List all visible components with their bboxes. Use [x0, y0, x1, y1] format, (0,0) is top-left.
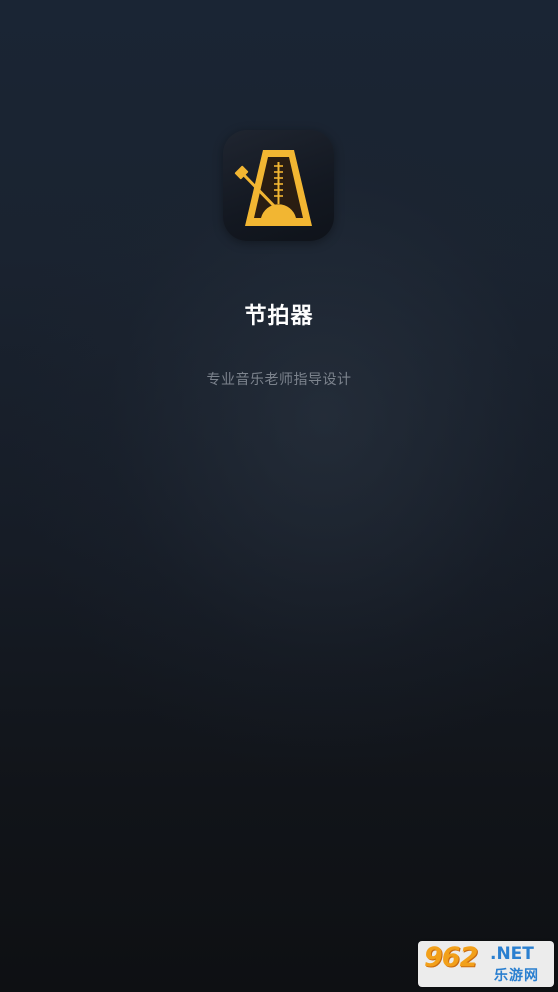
app-tagline: 专业音乐老师指导设计	[206, 372, 352, 388]
metronome-icon	[234, 150, 312, 226]
splash-screen: 节拍器 专业音乐老师指导设计 962 .NET 乐游网	[0, 0, 558, 992]
app-title: 节拍器	[244, 304, 314, 329]
site-watermark: 962 .NET 乐游网	[418, 941, 554, 987]
watermark-logo-text: 962	[424, 942, 478, 973]
watermark-domain-suffix: .NET	[490, 944, 534, 964]
app-icon	[223, 130, 334, 241]
watermark-site-name: 乐游网	[494, 968, 539, 984]
